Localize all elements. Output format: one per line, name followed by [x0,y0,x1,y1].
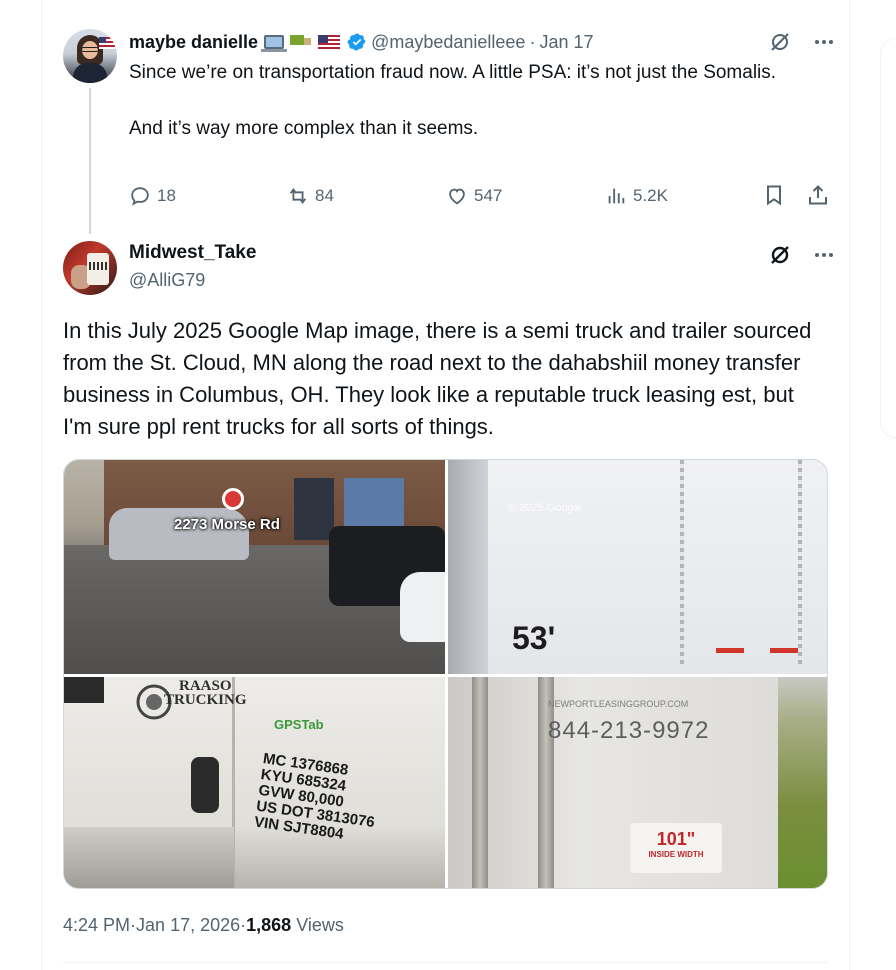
thread-connector-line [89,88,91,234]
grok-icon[interactable] [768,30,792,54]
views-label: Views [291,915,344,935]
tweet2-meta: 4:24 PM · Jan 17, 2026 · 1,868 Views [63,915,344,936]
placard-value: 101" [656,829,696,849]
avatar-midwest-take[interactable] [63,241,117,295]
author-handle[interactable]: @maybedanielleee [371,32,525,53]
tweet1-body-text: Since we’re on transportation fraud now.… [129,62,777,139]
reply-count: 18 [157,186,176,205]
trailer-image[interactable]: © 2025 Google 53' [448,460,827,674]
truck-cab-image[interactable]: RAASO TRUCKING GPSTab MC 1376868 KYU 685… [64,677,445,888]
share-icon[interactable] [806,183,830,207]
tweet2-body-text: In this July 2025 Google Map image, ther… [63,318,812,439]
repost-icon [289,188,307,204]
map-address-label: 2273 Morse Rd [174,516,280,533]
sidebar-card-edge [880,38,896,438]
trailer-door-image[interactable]: NEWPORTLEASINGGROUP.COM 844-213-9972 101… [448,677,827,888]
views-bar-icon [608,188,625,204]
like-action[interactable]: 547 [446,183,502,209]
tweet1-share-actions [762,183,830,207]
author-handle[interactable]: @AlliG79 [129,270,205,291]
grok-icon[interactable] [768,243,792,267]
tweet-date[interactable]: Jan 17 [539,32,593,53]
reply-icon [131,187,149,206]
tweet2-top-actions [768,243,836,267]
divider [63,962,828,963]
placard-label: INSIDE WIDTH [648,850,704,859]
post-time[interactable]: 4:24 PM [63,915,130,936]
author-name[interactable]: maybe danielle [129,32,258,53]
reply-action[interactable]: 18 [129,183,176,209]
views-action[interactable]: 5.2K [605,183,668,209]
views-total: 1,868 [246,915,292,935]
avatar-maybe-danielle[interactable] [63,29,117,83]
gps-tab-label: GPSTab [274,717,324,732]
author-name[interactable]: Midwest_Take [129,242,256,264]
like-count: 547 [474,186,503,205]
inside-width-placard: 101" INSIDE WIDTH [630,823,722,873]
tweet2-media-grid[interactable]: 2273 Morse Rd © 2025 Google 53' RAASO TR… [63,459,828,889]
column-border-right [849,0,850,970]
map-pin-icon [222,488,244,510]
google-watermark: © 2025 Google [508,502,583,514]
more-options-icon[interactable] [812,30,836,54]
separator-dot: · [529,31,536,52]
column-border-left [41,0,42,970]
brand-text: RAASO TRUCKING [164,678,247,708]
phone-number-text: 844-213-9972 [548,717,710,744]
leasing-url-text: NEWPORTLEASINGGROUP.COM [548,699,689,709]
views-count: 5.2K [633,186,668,205]
more-options-icon[interactable] [812,243,836,267]
tweet1-top-actions [768,30,836,54]
dot-registration-text: MC 1376868 KYU 685324 GVW 80,000 US DOT … [253,750,376,843]
repost-count: 84 [315,186,334,205]
street-view-image[interactable]: 2273 Morse Rd [64,460,445,674]
tweet1-header: maybe danielle @maybedanielleee · Jan 17 [129,30,593,54]
trailer-length-label: 53' [512,620,556,656]
post-date[interactable]: Jan 17, 2026 [136,915,240,936]
heart-icon [449,188,465,205]
bookmark-icon[interactable] [762,183,786,207]
truck-emoji-icon [290,35,312,49]
repost-action[interactable]: 84 [287,183,334,209]
laptop-emoji-icon [261,35,288,52]
verified-badge-icon [347,33,366,51]
us-flag-emoji-icon [318,35,341,49]
